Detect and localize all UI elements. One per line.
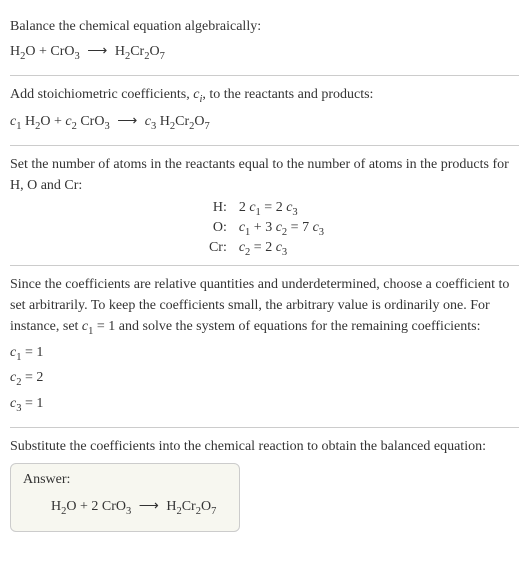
ans-rhs-h: H bbox=[166, 499, 176, 514]
coeff-title-b: , to the reactants and products: bbox=[202, 87, 373, 102]
cr-c3s: 3 bbox=[282, 246, 287, 257]
atom-eq-cr: c2 = 2 c3 bbox=[239, 240, 519, 258]
ans-arrow: ⟶ bbox=[135, 499, 163, 514]
atom-eq-o: c1 + 3 c2 = 7 c3 bbox=[239, 220, 519, 238]
solution-c3: c3 = 1 bbox=[10, 393, 519, 417]
section-solve: Since the coefficients are relative quan… bbox=[10, 266, 519, 427]
product-h: H bbox=[115, 44, 125, 59]
coeff-equation: c1 H2O + c2 CrO3 ⟶ c3 H2Cr2O7 bbox=[10, 109, 519, 137]
section-problem: Balance the chemical equation algebraica… bbox=[10, 8, 519, 76]
ans-cro3-sub: 3 bbox=[126, 505, 131, 516]
c2-sp: CrO bbox=[77, 114, 105, 129]
solve-title-b: = 1 and solve the system of equations fo… bbox=[93, 319, 480, 334]
ans-rhs-o-sub: 7 bbox=[211, 505, 216, 516]
problem-title: Balance the chemical equation algebraica… bbox=[10, 16, 519, 37]
product-o-sub: 7 bbox=[160, 51, 165, 62]
unbalanced-equation: H2O + CrO3 ⟶ H2Cr2O7 bbox=[10, 39, 519, 67]
sol-c3v: = 1 bbox=[21, 396, 43, 411]
answer-label: Answer: bbox=[23, 472, 227, 488]
o-c3s: 3 bbox=[319, 227, 324, 238]
balanced-equation: H2O + 2 CrO3 ⟶ H2Cr2O7 bbox=[23, 494, 227, 522]
c3-sp-o: O bbox=[194, 114, 204, 129]
ans-rhs-cr: Cr bbox=[182, 499, 196, 514]
h-pre: 2 bbox=[239, 200, 250, 215]
h-c3s: 3 bbox=[292, 207, 297, 218]
section-answer: Substitute the coefficients into the che… bbox=[10, 428, 519, 541]
c3-sp-o-sub: 7 bbox=[205, 121, 210, 132]
o-tail: = 7 bbox=[287, 220, 312, 235]
section-atom-balance: Set the number of atoms in the reactants… bbox=[10, 146, 519, 266]
atom-eq-h: 2 c1 = 2 c3 bbox=[239, 200, 519, 218]
atom-label-cr: Cr: bbox=[14, 240, 227, 258]
coeff-arrow: ⟶ bbox=[113, 114, 141, 129]
atom-balance-table: H: 2 c1 = 2 c3 O: c1 + 3 c2 = 7 c3 Cr: c… bbox=[14, 200, 519, 257]
atom-label-h: H: bbox=[14, 200, 227, 218]
sol-c2v: = 2 bbox=[21, 370, 43, 385]
solution-c2: c2 = 2 bbox=[10, 367, 519, 391]
solution-c1: c1 = 1 bbox=[10, 342, 519, 366]
ans-rest: O + 2 CrO bbox=[66, 499, 126, 514]
c3-sp-h: H bbox=[156, 114, 170, 129]
c2-sp-sub: 3 bbox=[104, 121, 109, 132]
ans-rhs-o: O bbox=[201, 499, 211, 514]
sol-c1v: = 1 bbox=[21, 345, 43, 360]
section-coefficients: Add stoichiometric coefficients, ci, to … bbox=[10, 76, 519, 146]
coeff-title: Add stoichiometric coefficients, ci, to … bbox=[10, 84, 519, 108]
reaction-arrow: ⟶ bbox=[83, 44, 111, 59]
product-o: O bbox=[149, 44, 159, 59]
c1-pls: O + bbox=[40, 114, 65, 129]
answer-title-text: Substitute the coefficients into the che… bbox=[10, 436, 519, 457]
reactant-rest: O + CrO bbox=[25, 44, 74, 59]
cr-mid: = 2 bbox=[250, 240, 275, 255]
reactant-cro3-sub: 3 bbox=[75, 51, 80, 62]
c1-sp: H bbox=[21, 114, 35, 129]
c3-sp-cr: Cr bbox=[175, 114, 189, 129]
product-cr: Cr bbox=[130, 44, 144, 59]
atom-label-o: O: bbox=[14, 220, 227, 238]
ans-h: H bbox=[51, 499, 61, 514]
h-mid: = 2 bbox=[261, 200, 286, 215]
o-mid: + 3 bbox=[250, 220, 275, 235]
answer-box: Answer: H2O + 2 CrO3 ⟶ H2Cr2O7 bbox=[10, 463, 240, 533]
atom-balance-title: Set the number of atoms in the reactants… bbox=[10, 154, 519, 196]
coeff-title-a: Add stoichiometric coefficients, bbox=[10, 87, 193, 102]
solve-title: Since the coefficients are relative quan… bbox=[10, 274, 519, 340]
reactant-h2o-h: H bbox=[10, 44, 20, 59]
